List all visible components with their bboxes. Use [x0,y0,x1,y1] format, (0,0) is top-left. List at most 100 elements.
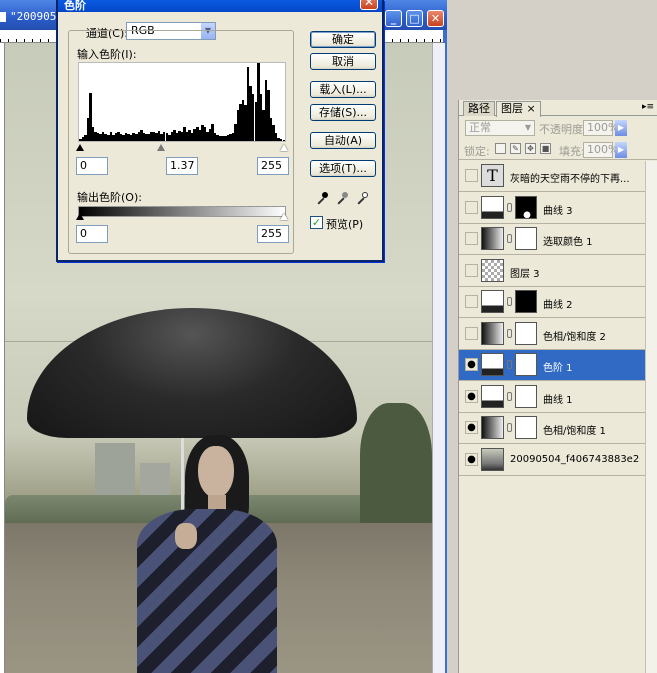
maximize-button[interactable]: □ [406,10,423,27]
lock-all-icon[interactable]: ■ [540,143,551,154]
eye-icon[interactable] [465,169,478,182]
output-white-field[interactable]: 255 [257,225,289,243]
layer-row[interactable]: 曲线 3 [459,192,645,224]
eye-icon[interactable]: ● [465,389,478,403]
input-slider[interactable] [76,144,288,152]
layer-mask-thumbnail[interactable] [515,227,537,250]
options-button[interactable]: 选项(T)... [310,160,376,177]
blend-row: 正常 ▼ 不透明度: 100% ▶ [459,117,657,139]
input-white-point-handle[interactable] [280,144,288,151]
input-white-field[interactable]: 255 [257,157,289,175]
layer-row[interactable]: 选取颜色 1 [459,224,645,255]
input-black-point-handle[interactable] [76,144,84,151]
input-gamma-handle[interactable] [157,144,165,151]
layer-name: 色相/饱和度 1 [543,426,606,437]
eye-icon[interactable] [465,232,478,245]
blend-mode-value: 正常 [469,121,491,134]
auto-button[interactable]: 自动(A) [310,132,376,149]
layer-row[interactable]: ● 20090504_f406743883e206b6... [459,444,645,476]
layer-row[interactable]: ● 曲线 1 [459,381,645,413]
eye-icon[interactable] [465,200,478,214]
layer-mask-thumbnail[interactable] [515,416,537,439]
lock-transparent-icon[interactable] [495,143,506,154]
layer-row[interactable]: T 灰暗的天空雨不停的下再... [459,161,645,192]
link-icon[interactable] [507,360,512,369]
ok-button[interactable]: 确定 [310,31,376,48]
link-icon[interactable] [507,202,512,212]
lock-brush-icon[interactable]: ✎ [510,143,521,154]
eye-icon[interactable]: ● [465,358,478,371]
eye-icon[interactable]: ● [465,452,478,466]
cancel-button[interactable]: 取消 [310,53,376,70]
eye-icon[interactable]: ● [465,421,478,434]
tab-paths[interactable]: 路径 [463,101,495,116]
curves-adjustment-icon [481,290,504,313]
layer-mask-thumbnail[interactable] [515,290,537,313]
output-levels-label: 输出色阶(O): [77,191,142,204]
opacity-arrow-icon[interactable]: ▶ [615,120,627,136]
chevron-down-icon: ▼ [524,123,532,132]
output-slider[interactable] [76,213,288,221]
input-gamma-field[interactable]: 1.37 [166,157,198,175]
lock-row: 锁定: ✎ ✥ ■ 填充: 100% ▶ [459,140,657,160]
link-icon[interactable] [507,423,512,432]
gray-eyedropper-icon[interactable] [336,190,348,206]
load-button[interactable]: 载入(L)... [310,81,376,98]
preview-checkbox[interactable]: ✓ [310,216,323,229]
layer-name: 曲线 2 [543,300,573,311]
layer-name: 色阶 1 [543,363,573,374]
histogram [78,62,286,142]
opacity-label: 不透明度: [539,123,587,136]
layer-mask-thumbnail[interactable] [515,195,537,219]
fill-arrow-icon[interactable]: ▶ [615,142,627,158]
layer-row[interactable]: ● 色阶 1 [459,350,645,381]
tab-layers[interactable]: 图层 × [496,101,541,117]
layer-mask-thumbnail[interactable] [515,321,537,345]
layer-row[interactable]: 色相/饱和度 2 [459,318,645,350]
layer-row[interactable]: 图层 3 [459,255,645,287]
preview-label: 预览(P) [326,218,364,231]
minimize-button[interactable]: _ [385,10,402,27]
link-icon[interactable] [507,391,512,401]
save-button[interactable]: 存储(S)... [310,104,376,121]
blend-mode-select[interactable]: 正常 ▼ [465,120,535,136]
eye-icon[interactable] [465,263,478,277]
link-icon[interactable] [507,328,512,338]
levels-adjustment-icon [481,353,504,376]
layer-row[interactable]: ● 色相/饱和度 1 [459,413,645,444]
opacity-field[interactable]: 100% [583,120,618,136]
black-eyedropper-icon[interactable] [316,190,328,206]
link-icon[interactable] [507,234,512,243]
eye-icon[interactable] [465,326,478,340]
link-icon[interactable] [507,297,512,306]
layer-mask-thumbnail[interactable] [515,384,537,408]
lock-label: 锁定: [464,145,490,158]
close-icon[interactable]: ✕ [360,0,378,10]
levels-dialog-titlebar[interactable]: 色阶 ✕ [58,0,382,12]
panel-menu-icon[interactable]: ▸≡ [642,102,654,112]
lock-move-icon[interactable]: ✥ [525,143,536,154]
fill-field[interactable]: 100% [583,142,618,158]
output-black-handle[interactable] [76,213,84,220]
vertical-scrollbar[interactable] [432,43,445,673]
hue-sat-adjustment-icon [481,321,504,345]
layer-name: 灰暗的天空雨不停的下再... [510,174,630,185]
layer-name: 20090504_f406743883e206b6... [510,453,640,465]
levels-dialog-title: 色阶 [64,0,86,12]
output-white-handle[interactable] [280,213,288,220]
close-button[interactable]: ✕ [427,10,444,27]
layers-scrollbar[interactable] [645,161,657,673]
white-eyedropper-icon[interactable] [356,190,368,206]
curves-adjustment-icon [481,195,504,219]
eye-icon[interactable] [465,295,478,308]
layer-row[interactable]: 曲线 2 [459,287,645,318]
output-black-field[interactable]: 0 [76,225,108,243]
girl-face [198,446,234,498]
close-icon[interactable]: × [523,102,535,115]
text-layer-icon: T [481,164,504,187]
layer-name: 选取颜色 1 [543,237,593,248]
input-black-field[interactable]: 0 [76,157,108,175]
layer-mask-thumbnail[interactable] [515,353,537,376]
input-levels-label: 输入色阶(I): [77,48,137,61]
photoshop-doc-icon [0,12,6,22]
